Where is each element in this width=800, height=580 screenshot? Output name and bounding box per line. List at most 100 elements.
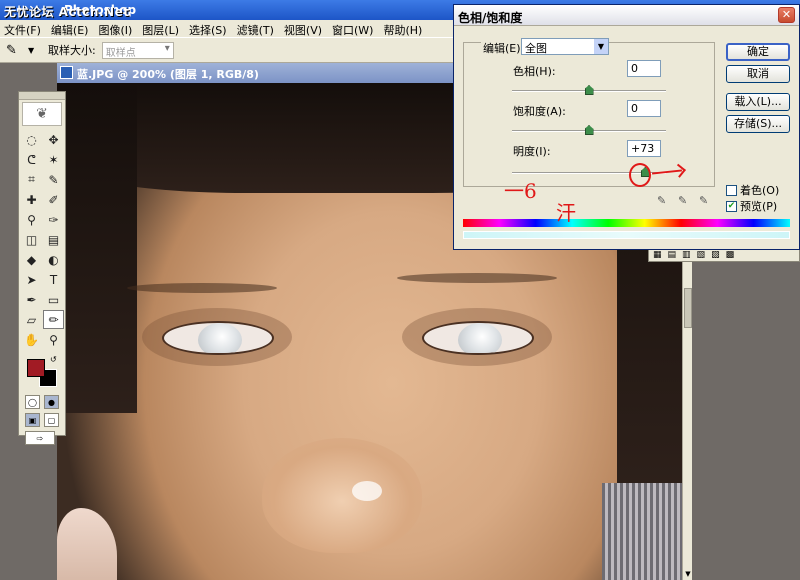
marquee-tool[interactable]: ◌ xyxy=(21,130,42,149)
palette-icon[interactable]: ▤ xyxy=(668,250,677,260)
photoshop-doc-icon xyxy=(60,66,73,79)
menu-layer[interactable]: 图层(L) xyxy=(138,20,185,37)
watermark: 无忧论坛 Actcn.Net xyxy=(4,5,130,19)
zoom-tool[interactable]: ⚲ xyxy=(43,330,64,349)
load-button[interactable]: 载入(L)... xyxy=(726,93,790,111)
edit-label: 编辑(E): xyxy=(481,40,527,56)
hue-saturation-dialog: 色相/饱和度 ✕ 编辑(E): 全图 ▼ 色相(H): 0 饱和度(A): 0 … xyxy=(453,4,800,250)
menu-edit[interactable]: 编辑(E) xyxy=(47,20,95,37)
jump-to-imageready-icon[interactable]: ⇨ xyxy=(25,431,55,445)
slice-tool[interactable]: ✎ xyxy=(43,170,64,189)
photo-finger xyxy=(57,508,117,580)
eraser-tool[interactable]: ◫ xyxy=(21,230,42,249)
ok-button[interactable]: 确定 xyxy=(726,43,790,61)
hue-slider[interactable] xyxy=(512,85,666,95)
magic-wand-tool[interactable]: ✶ xyxy=(43,150,64,169)
standard-mode-icon[interactable]: ◯ xyxy=(25,395,40,409)
lightness-input[interactable]: +73 xyxy=(627,140,661,157)
annotation-scribble-left: 一6 xyxy=(504,179,537,203)
type-tool[interactable]: T xyxy=(43,270,64,289)
blur-tool[interactable]: ◆ xyxy=(21,250,42,269)
hue-spectrum-bar xyxy=(463,219,790,227)
gradient-tool[interactable]: ▤ xyxy=(43,230,64,249)
scroll-down-icon[interactable]: ▼ xyxy=(683,570,693,580)
edit-channel-select[interactable]: 全图 ▼ xyxy=(521,38,609,55)
colorize-checkbox-row[interactable]: 着色(O) xyxy=(726,182,779,198)
swap-colors-icon[interactable]: ↺ xyxy=(50,355,57,364)
cancel-button[interactable]: 取消 xyxy=(726,65,790,83)
screen-mode-full-menu-icon[interactable]: ▢ xyxy=(44,413,59,427)
screen-mode-row: ▣ ▢ xyxy=(19,411,65,429)
path-select-tool[interactable]: ➤ xyxy=(21,270,42,289)
notes-tool[interactable]: ▱ xyxy=(21,310,42,329)
preview-label: 预览(P) xyxy=(740,200,778,213)
move-tool[interactable]: ✥ xyxy=(43,130,64,149)
crop-tool[interactable]: ⌗ xyxy=(21,170,42,189)
photo-nose-highlight xyxy=(352,481,382,501)
brush-tool[interactable]: ✐ xyxy=(43,190,64,209)
chevron-down-icon[interactable]: ▼ xyxy=(594,39,608,54)
photo-left-brow xyxy=(127,283,277,293)
menu-help[interactable]: 帮助(H) xyxy=(379,20,428,37)
menu-window[interactable]: 窗口(W) xyxy=(328,20,379,37)
photo-nose xyxy=(262,438,422,553)
palette-icon[interactable]: ▧ xyxy=(697,250,706,260)
hand-tool[interactable]: ✋ xyxy=(21,330,42,349)
menu-image[interactable]: 图像(I) xyxy=(94,20,138,37)
palette-icon[interactable]: ▨ xyxy=(711,250,720,260)
saturation-slider[interactable] xyxy=(512,125,666,135)
close-icon[interactable]: ✕ xyxy=(778,7,795,23)
tool-grid: ◌ ✥ ᕦ ✶ ⌗ ✎ ✚ ✐ ⚲ ✑ ◫ ▤ ◆ ◐ ➤ T ✒ ▭ ▱ ✏ ✋ ⚲ xyxy=(19,128,65,351)
color-swatches: ↺ xyxy=(19,355,65,393)
eyedropper-plus-icon[interactable]: ✎ xyxy=(678,194,687,207)
stamp-tool[interactable]: ⚲ xyxy=(21,210,42,229)
dodge-tool[interactable]: ◐ xyxy=(43,250,64,269)
palette-icon[interactable]: ▦ xyxy=(653,250,662,260)
photo-left-eye xyxy=(162,321,274,355)
palette-icon[interactable]: ▩ xyxy=(726,250,735,260)
sample-size-select[interactable]: 取样点 xyxy=(101,41,174,59)
annotation-scribble-right: 汗 xyxy=(556,201,576,225)
quick-mask-icon[interactable]: ● xyxy=(44,395,59,409)
photo-right-brow xyxy=(397,273,557,283)
tools-palette: ❦ ◌ ✥ ᕦ ✶ ⌗ ✎ ✚ ✐ ⚲ ✑ ◫ ▤ ◆ ◐ ➤ T ✒ ▭ ▱ ✏ ✋ ⚲ ↺ ◯ ● ▣ ▢ ⇨ xyxy=(18,91,66,445)
history-brush-tool[interactable]: ✑ xyxy=(43,210,64,229)
preview-checkbox[interactable]: ✔ xyxy=(726,200,737,212)
menu-select[interactable]: 选择(S) xyxy=(185,20,233,37)
eyedropper-tool[interactable]: ✏ xyxy=(43,310,64,329)
adjusted-spectrum-bar xyxy=(463,231,790,239)
pen-tool[interactable]: ✒ xyxy=(21,290,42,309)
hue-input[interactable]: 0 xyxy=(627,60,661,77)
imageready-row: ⇨ xyxy=(19,429,65,447)
colorize-checkbox[interactable] xyxy=(726,184,737,196)
document-title: 蓝.JPG @ 200% (图层 1, RGB/8) xyxy=(77,68,259,81)
eyedropper-icon[interactable]: ✎ xyxy=(6,41,28,59)
tools-palette-header[interactable] xyxy=(19,92,65,100)
sample-size-label: 取样大小: xyxy=(48,44,96,57)
save-button[interactable]: 存储(S)... xyxy=(726,115,790,133)
shape-tool[interactable]: ▭ xyxy=(43,290,64,309)
lasso-tool[interactable]: ᕦ xyxy=(21,150,42,169)
saturation-input[interactable]: 0 xyxy=(627,100,661,117)
menu-filter[interactable]: 滤镜(T) xyxy=(233,20,280,37)
feather-logo-icon[interactable]: ❦ xyxy=(22,102,62,126)
saturation-label: 饱和度(A): xyxy=(513,105,566,118)
dialog-title-bar[interactable]: 色相/饱和度 ✕ xyxy=(454,5,799,26)
scrollbar-thumb[interactable] xyxy=(684,288,692,328)
healing-tool[interactable]: ✚ xyxy=(21,190,42,209)
eyedropper-minus-icon[interactable]: ✎ xyxy=(699,194,708,207)
menu-view[interactable]: 视图(V) xyxy=(280,20,328,37)
colorize-label: 着色(O) xyxy=(740,184,780,197)
edit-channel-value: 全图 xyxy=(525,42,547,55)
annotation-circle xyxy=(629,163,651,187)
eyedropper-icon[interactable]: ✎ xyxy=(657,194,666,207)
preview-checkbox-row[interactable]: ✔ 预览(P) xyxy=(726,198,777,214)
photo-right-eye xyxy=(422,321,534,355)
dialog-title: 色相/饱和度 xyxy=(458,11,523,25)
menu-file[interactable]: 文件(F) xyxy=(0,20,47,37)
chevron-down-icon[interactable]: ▼ xyxy=(28,46,40,55)
foreground-color-swatch[interactable] xyxy=(27,359,45,377)
palette-icon[interactable]: ▥ xyxy=(682,250,691,260)
photo-shirt xyxy=(602,483,682,580)
screen-mode-standard-icon[interactable]: ▣ xyxy=(25,413,40,427)
